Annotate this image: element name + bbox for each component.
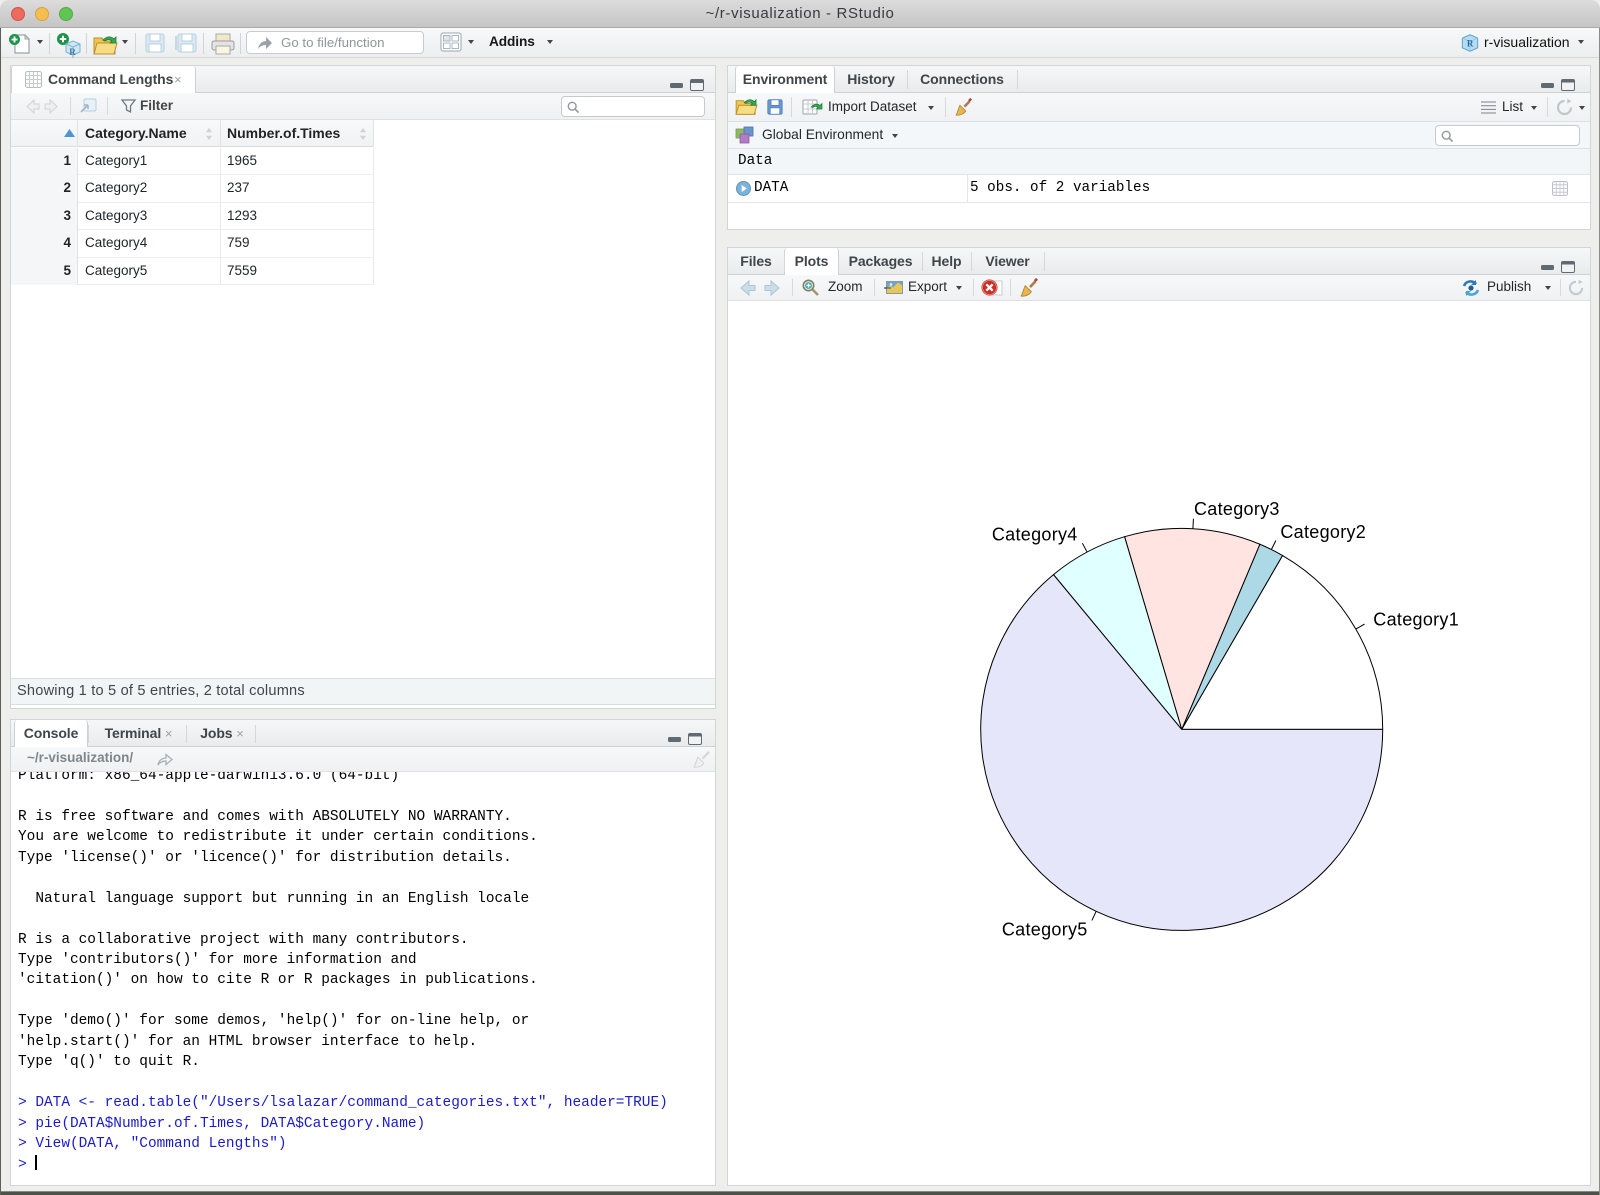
svg-text:Category1: Category1 xyxy=(1373,609,1459,629)
svg-text:Category2: Category2 xyxy=(1280,522,1366,542)
svg-text:Category5: Category5 xyxy=(1002,920,1088,940)
svg-text:R: R xyxy=(69,47,76,57)
svg-text:Category4: Category4 xyxy=(992,525,1078,545)
svg-text:Category3: Category3 xyxy=(1194,499,1280,519)
svg-text:R: R xyxy=(1467,38,1474,48)
